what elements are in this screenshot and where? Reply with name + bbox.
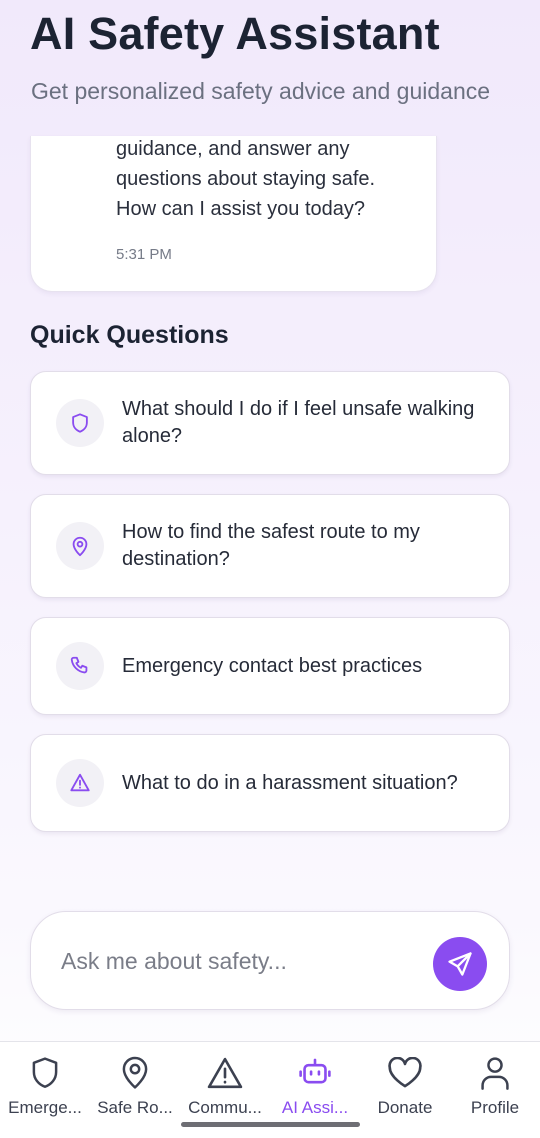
message-timestamp: 5:31 PM — [116, 246, 172, 263]
map-pin-icon — [119, 1054, 151, 1092]
quick-question-emergency-contact[interactable]: Emergency contact best practices — [30, 617, 510, 715]
home-indicator — [181, 1122, 360, 1127]
heart-icon — [387, 1054, 423, 1092]
quick-question-text: Emergency contact best practices — [122, 655, 423, 677]
nav-label: AI Assi... — [281, 1098, 349, 1117]
phone-icon — [56, 642, 104, 690]
shield-icon — [29, 1054, 61, 1092]
nav-item-donate[interactable]: Donate — [360, 1042, 450, 1138]
quick-question-unsafe-walking[interactable]: What should I do if I feel unsafe walkin… — [30, 371, 510, 475]
warning-triangle-icon — [207, 1054, 243, 1092]
nav-item-safe-routes[interactable]: Safe Ro... — [90, 1042, 180, 1138]
nav-label: Profile — [470, 1098, 520, 1117]
page-title: AI Safety Assistant — [30, 8, 440, 59]
nav-label: Commu... — [188, 1098, 262, 1117]
quick-questions-heading: Quick Questions — [30, 321, 229, 349]
quick-question-text: How to find the safest route to my desti… — [122, 521, 420, 570]
nav-label: Emerge... — [8, 1098, 82, 1117]
nav-item-emergency[interactable]: Emerge... — [0, 1042, 90, 1138]
chat-input-bar — [30, 911, 510, 1010]
quick-question-text: What should I do if I feel unsafe walkin… — [122, 398, 475, 447]
quick-question-safest-route[interactable]: How to find the safest route to my desti… — [30, 494, 510, 598]
page-subtitle: Get personalized safety advice and guida… — [31, 78, 491, 104]
user-icon — [479, 1054, 511, 1092]
quick-question-text: What to do in a harassment situation? — [122, 772, 458, 794]
send-icon — [448, 952, 472, 976]
assistant-message-bubble: guidance, and answer any questions about… — [30, 136, 437, 292]
nav-label: Safe Ro... — [97, 1098, 173, 1117]
send-button[interactable] — [433, 937, 487, 991]
assistant-message-text: guidance, and answer any questions about… — [116, 138, 376, 220]
shield-icon — [56, 399, 104, 447]
quick-question-harassment[interactable]: What to do in a harassment situation? — [30, 734, 510, 832]
nav-item-profile[interactable]: Profile — [450, 1042, 540, 1138]
warning-triangle-icon — [56, 759, 104, 807]
chat-input[interactable] — [61, 940, 421, 982]
robot-icon — [298, 1054, 332, 1092]
map-pin-icon — [56, 522, 104, 570]
nav-label: Donate — [377, 1098, 433, 1117]
